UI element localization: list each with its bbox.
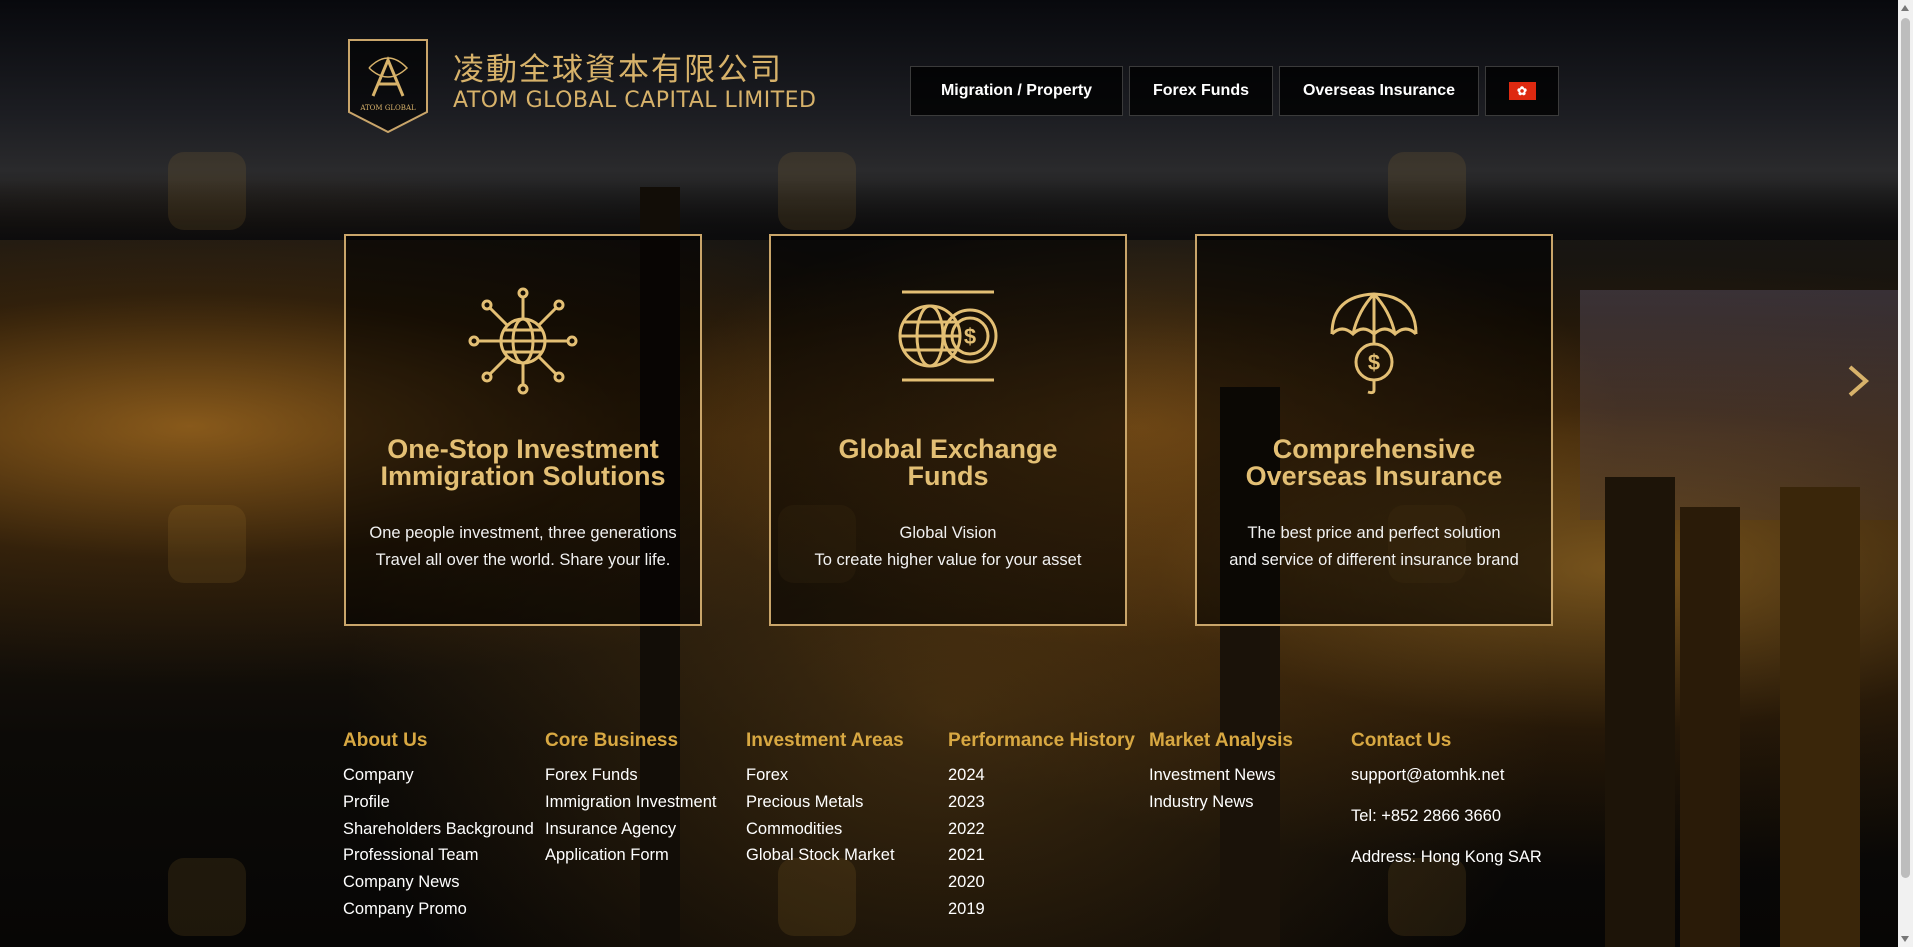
footer-link[interactable]: Company xyxy=(343,762,534,789)
footer-link[interactable]: Forex xyxy=(746,762,904,789)
carousel-next-icon[interactable] xyxy=(1846,363,1870,399)
footer-heading: About Us xyxy=(343,730,428,751)
footer-link[interactable]: Shareholders Background xyxy=(343,816,534,843)
skyscraper xyxy=(1605,477,1675,947)
footer-col-contact: Contact Us support@atomhk.net Tel: +852 … xyxy=(1351,730,1542,885)
skyscraper xyxy=(1780,487,1860,947)
footer-col-about: About Us Company Profile Shareholders Ba… xyxy=(343,730,534,923)
card-description: Global Vision To create higher value for … xyxy=(814,524,1082,569)
footer-col-market-analysis: Market Analysis Investment News Industry… xyxy=(1149,730,1293,816)
service-card-immigration[interactable]: One-Stop Investment Immigration Solutions… xyxy=(344,234,702,626)
contact-email[interactable]: support@atomhk.net xyxy=(1351,762,1542,788)
footer-link[interactable]: Forex Funds xyxy=(545,762,716,789)
card-title: Global Exchange Funds xyxy=(838,434,1058,491)
logo-text: ATOM GLOBAL xyxy=(359,104,416,112)
footer-link[interactable]: Profile xyxy=(343,789,534,816)
brand-name-english: ATOM GLOBAL CAPITAL LIMITED xyxy=(453,88,817,113)
footer-link[interactable]: Professional Team xyxy=(343,842,534,869)
top-nav: Migration / Property Forex Funds Oversea… xyxy=(910,66,1559,116)
footer-link[interactable]: 2024 xyxy=(948,762,1135,789)
globe-dollar-icon: $ xyxy=(898,290,998,382)
hong-kong-flag-icon xyxy=(1508,82,1536,100)
footer-col-performance-history: Performance History 2024 2023 2022 2021 … xyxy=(948,730,1135,923)
watermark-logo xyxy=(778,858,856,936)
footer-link[interactable]: 2022 xyxy=(948,816,1135,843)
watermark-logo xyxy=(168,505,246,583)
card-title: Comprehensive Overseas Insurance xyxy=(1245,434,1503,491)
nav-forex-funds[interactable]: Forex Funds xyxy=(1129,66,1273,116)
footer-col-core-business: Core Business Forex Funds Immigration In… xyxy=(545,730,716,869)
svg-text:$: $ xyxy=(1368,350,1380,375)
footer-heading: Market Analysis xyxy=(1149,730,1293,751)
company-logo[interactable]: ATOM GLOBAL xyxy=(347,38,429,134)
footer-link[interactable]: Application Form xyxy=(545,842,716,869)
footer-link[interactable]: Company Promo xyxy=(343,896,534,923)
footer-heading: Investment Areas xyxy=(746,730,904,751)
scroll-down-icon[interactable] xyxy=(1901,936,1909,942)
footer-link[interactable]: Precious Metals xyxy=(746,789,904,816)
footer-link[interactable]: Company News xyxy=(343,869,534,896)
svg-text:$: $ xyxy=(964,324,976,349)
umbrella-dollar-icon: $ xyxy=(1330,292,1418,395)
contact-phone: Tel: +852 2866 3660 xyxy=(1351,807,1502,825)
brand-name-chinese: 凌動全球資本有限公司 xyxy=(453,52,783,88)
footer-col-investment-areas: Investment Areas Forex Precious Metals C… xyxy=(746,730,904,869)
scroll-up-icon[interactable] xyxy=(1901,5,1909,11)
footer-link[interactable]: Industry News xyxy=(1149,789,1293,816)
footer-heading: Performance History xyxy=(948,730,1135,751)
footer-link[interactable]: Commodities xyxy=(746,816,904,843)
service-card-forex-funds[interactable]: $ Global Exchange Funds Global Vision To c… xyxy=(769,234,1127,626)
footer-heading: Core Business xyxy=(545,730,679,751)
watermark-logo xyxy=(778,152,856,230)
footer-link[interactable]: 2020 xyxy=(948,869,1135,896)
footer-heading: Contact Us xyxy=(1351,730,1452,751)
language-switch-button[interactable] xyxy=(1485,66,1559,116)
vertical-scrollbar[interactable] xyxy=(1898,0,1913,947)
card-description: One people investment, three generations… xyxy=(369,524,677,569)
footer-link[interactable]: Investment News xyxy=(1149,762,1293,789)
footer-link[interactable]: 2023 xyxy=(948,789,1135,816)
contact-address: Address: Hong Kong SAR xyxy=(1351,848,1542,866)
watermark-logo xyxy=(1388,152,1466,230)
footer-link[interactable]: Global Stock Market xyxy=(746,842,904,869)
footer-link[interactable]: 2021 xyxy=(948,842,1135,869)
footer-link[interactable]: 2019 xyxy=(948,896,1135,923)
skyscraper xyxy=(1680,507,1740,947)
mountain-silhouette xyxy=(0,180,1898,240)
footer-link[interactable]: Immigration Investment xyxy=(545,789,716,816)
scrollbar-thumb[interactable] xyxy=(1901,18,1910,878)
footer-link[interactable]: Insurance Agency xyxy=(545,816,716,843)
card-title: One-Stop Investment Immigration Solutions xyxy=(380,434,666,491)
watermark-logo xyxy=(168,858,246,936)
nav-overseas-insurance[interactable]: Overseas Insurance xyxy=(1279,66,1479,116)
hero-background: ATOM GLOBAL 凌動全球資本有限公司 ATOM GLOBAL CAPIT… xyxy=(0,0,1898,947)
globe-network-icon xyxy=(468,287,578,395)
watermark-logo xyxy=(168,152,246,230)
service-card-insurance[interactable]: $ Comprehensive Overseas Insurance The be… xyxy=(1195,234,1553,626)
card-description: The best price and perfect solution and s… xyxy=(1229,524,1519,569)
nav-migration-property[interactable]: Migration / Property xyxy=(910,66,1123,116)
